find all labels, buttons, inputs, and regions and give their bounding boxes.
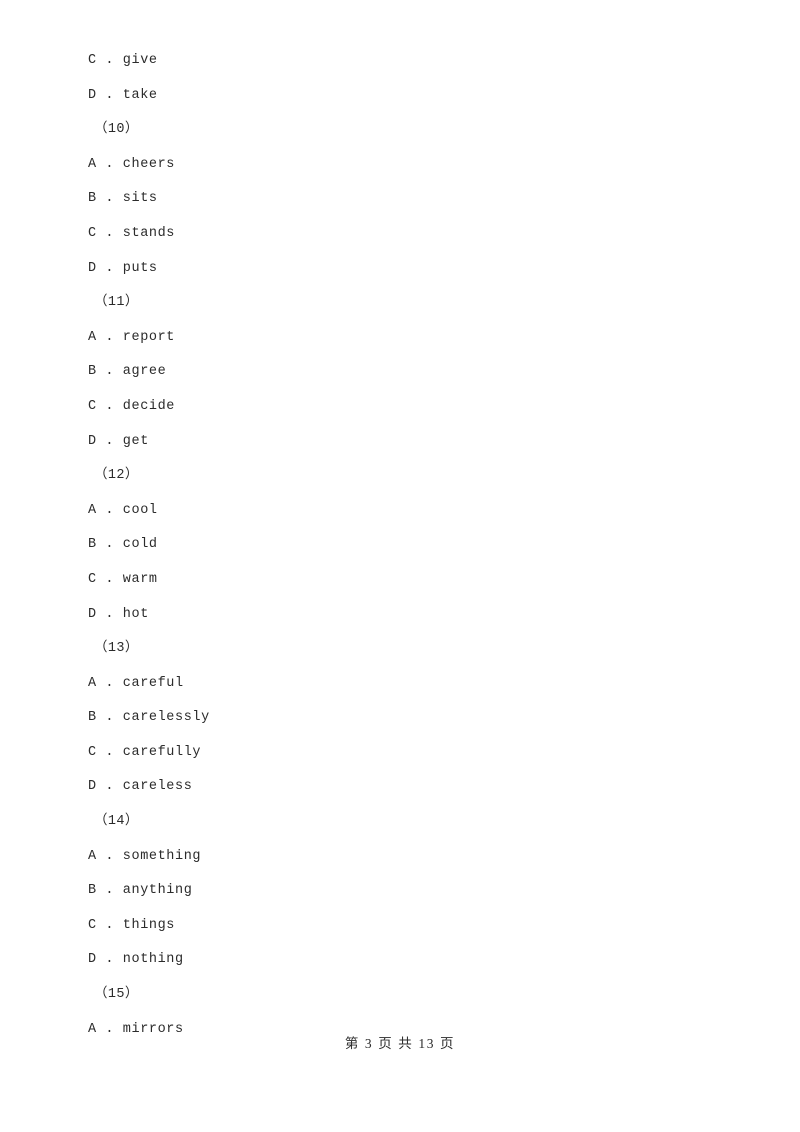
question-number: （10） <box>94 122 139 138</box>
question-number: （14） <box>94 814 139 830</box>
answer-option: D . careless <box>88 779 193 795</box>
page-footer: 第 3 页 共 13 页 <box>344 1036 456 1051</box>
answer-option: B . cold <box>88 537 158 553</box>
document-page: C . give D . take （10） A . cheers B . sits C … <box>0 0 800 1132</box>
answer-option: C . warm <box>88 571 158 587</box>
answer-option: A . cheers <box>88 156 176 172</box>
answer-option: C . stands <box>88 225 176 241</box>
answer-option: A . report <box>88 329 176 345</box>
question-number: （11） <box>94 295 139 311</box>
answer-option: B . carelessly <box>88 710 210 726</box>
answer-option: B . agree <box>88 364 167 380</box>
question-number: （15） <box>94 987 139 1003</box>
answer-option: C . give <box>88 53 158 68</box>
answer-option: D . hot <box>88 606 149 622</box>
answer-option: D . take <box>88 87 158 103</box>
answer-option: C . carefully <box>88 744 202 760</box>
answer-option: D . get <box>88 433 149 449</box>
answer-option: A . careful <box>88 675 184 691</box>
question-options-list: C . give D . take （10） A . cheers B . sits C … <box>88 44 708 1047</box>
question-number: （12） <box>94 468 139 484</box>
answer-option: B . sits <box>88 191 158 207</box>
answer-option: B . anything <box>88 883 193 899</box>
answer-option: A . cool <box>88 502 158 518</box>
answer-option: D . puts <box>88 260 158 276</box>
answer-option: C . things <box>88 917 176 933</box>
answer-option: A . something <box>88 848 202 864</box>
question-number: （13） <box>94 641 139 657</box>
answer-option: D . nothing <box>88 952 184 968</box>
answer-option: C . decide <box>88 398 176 414</box>
